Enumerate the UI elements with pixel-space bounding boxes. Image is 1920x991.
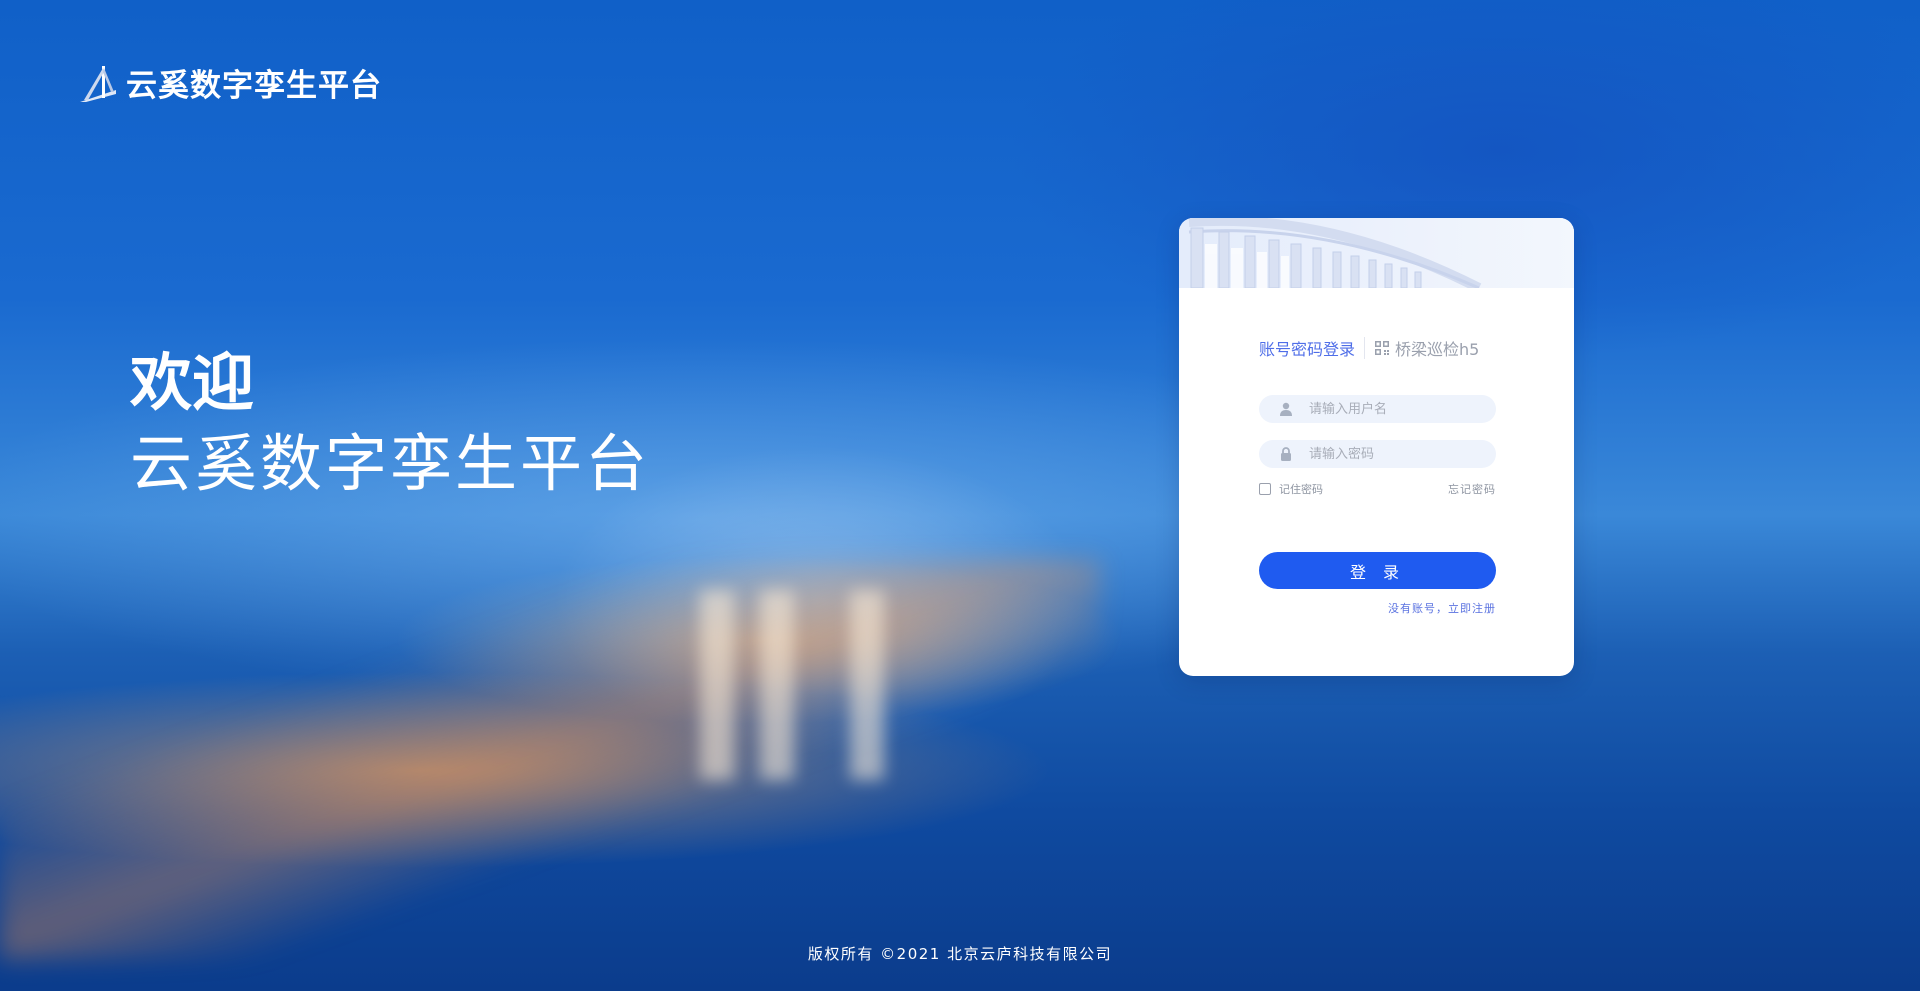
tab-account-password[interactable]: 账号密码登录 xyxy=(1259,336,1355,360)
forgot-password-link[interactable]: 忘记密码 xyxy=(1448,481,1496,497)
login-page: 云奚数字孪生平台 欢迎 云奚数字孪生平台 账号密码登录 桥梁巡检h5 请输入用户… xyxy=(0,0,1920,991)
bridge-logo-icon xyxy=(80,65,116,102)
background-bridge-pillar xyxy=(850,590,884,780)
password-field xyxy=(1259,440,1496,468)
lock-icon xyxy=(1281,447,1291,461)
login-button[interactable]: 登 录 xyxy=(1259,552,1496,589)
background-bridge-lights xyxy=(0,560,1100,960)
password-input[interactable] xyxy=(1307,445,1481,463)
card-banner-bridge-image xyxy=(1179,218,1574,293)
login-card: 账号密码登录 桥梁巡检h5 请输入用户名 记住密码 忘记密码 登 录 没有账号，… xyxy=(1179,218,1574,676)
user-icon xyxy=(1280,402,1292,416)
qr-code-icon xyxy=(1375,341,1390,355)
remember-password[interactable]: 记住密码 xyxy=(1259,481,1323,497)
footer-copyright: 版权所有 ©2021 北京云庐科技有限公司 xyxy=(807,945,1113,963)
tab-bridge-inspection-label: 桥梁巡检h5 xyxy=(1395,340,1480,359)
tab-bridge-inspection-h5[interactable]: 桥梁巡检h5 xyxy=(1374,336,1479,360)
remember-password-label: 记住密码 xyxy=(1279,483,1323,496)
register-link[interactable]: 没有账号，立即注册 xyxy=(1388,600,1496,616)
login-tabs: 账号密码登录 桥梁巡检h5 xyxy=(1259,336,1496,360)
brand-header: 云奚数字孪生平台 xyxy=(78,60,382,105)
background-bridge-pillar xyxy=(760,590,794,780)
bridge-illustration xyxy=(1188,218,1482,293)
background-bridge-pillar xyxy=(700,590,734,780)
brand-name: 云奚数字孪生平台 xyxy=(126,68,382,104)
welcome-block: 欢迎 云奚数字孪生平台 xyxy=(130,345,650,507)
welcome-subtitle: 云奚数字孪生平台 xyxy=(130,427,651,500)
username-field xyxy=(1259,395,1496,423)
welcome-title: 欢迎 xyxy=(130,346,255,419)
login-options: 记住密码 忘记密码 xyxy=(1259,481,1496,497)
username-input[interactable] xyxy=(1307,400,1481,418)
tab-divider xyxy=(1364,337,1366,359)
remember-password-checkbox[interactable] xyxy=(1259,483,1271,495)
